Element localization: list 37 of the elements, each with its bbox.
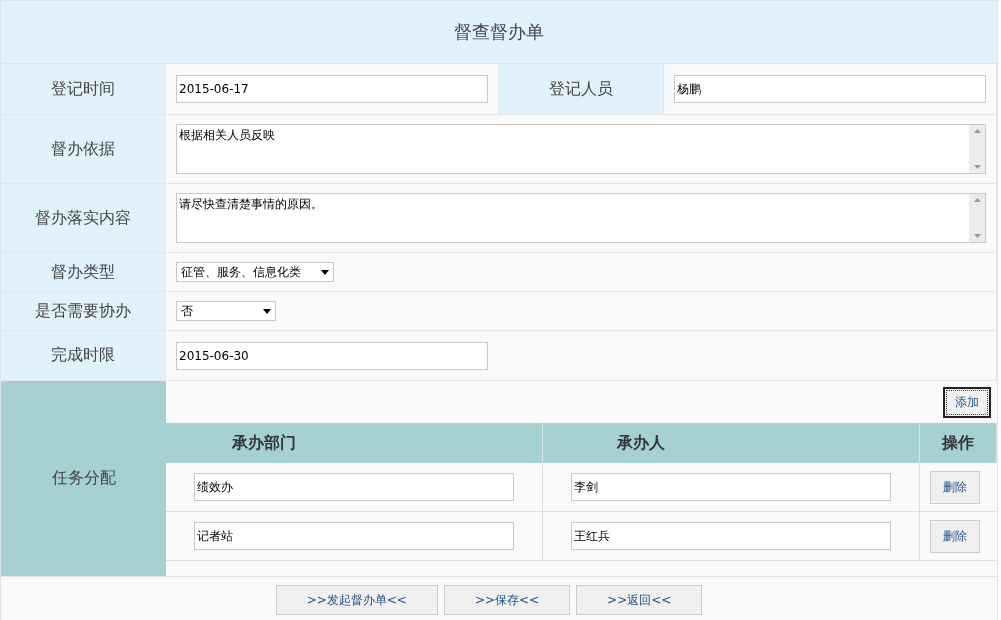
- dropdown[interactable]: 征管、服务、信息化类: [176, 262, 334, 282]
- field-label: 督办类型: [1, 253, 166, 291]
- caret-icon: [263, 308, 271, 314]
- caret-icon: [321, 269, 329, 275]
- field-label: 督办落实内容: [1, 184, 166, 252]
- textarea-field[interactable]: 请尽快查清楚事情的原因。: [176, 193, 986, 243]
- delete-button[interactable]: 删除: [930, 470, 980, 504]
- add-button[interactable]: 添加: [943, 386, 991, 418]
- field-label: 是否需要协办: [1, 292, 166, 330]
- scroll-down-icon[interactable]: [973, 234, 981, 238]
- field-label: 完成时限: [1, 331, 166, 380]
- column-header: 承办人: [543, 423, 920, 463]
- action-button[interactable]: >>返回<<: [576, 585, 703, 615]
- scroll-up-icon[interactable]: [973, 129, 981, 133]
- text-field[interactable]: 李剑: [571, 473, 891, 501]
- field-label: 登记人员: [499, 64, 664, 114]
- column-header: 承办部门: [166, 423, 543, 463]
- column-header: 操作: [920, 423, 997, 463]
- scroll-down-icon[interactable]: [973, 165, 981, 169]
- field-label: 督办依据: [1, 115, 166, 183]
- text-field[interactable]: 2015-06-30: [176, 341, 488, 370]
- scrollbar[interactable]: [969, 194, 985, 242]
- delete-button[interactable]: 删除: [930, 519, 980, 553]
- form-title: 督查督办单: [1, 1, 997, 64]
- scrollbar[interactable]: [969, 125, 985, 173]
- action-button[interactable]: >>发起督办单<<: [275, 585, 438, 615]
- action-button[interactable]: >>保存<<: [443, 585, 571, 615]
- section-label: 任务分配: [1, 381, 166, 576]
- field-label: 登记时间: [1, 64, 166, 114]
- dropdown[interactable]: 否: [176, 301, 276, 321]
- textarea-field[interactable]: 根据相关人员反映: [176, 124, 986, 174]
- text-field[interactable]: 王红兵: [571, 522, 891, 550]
- scroll-up-icon[interactable]: [973, 198, 981, 202]
- text-field[interactable]: 杨鹏: [674, 75, 986, 103]
- text-field[interactable]: 2015-06-17: [176, 75, 488, 103]
- text-field[interactable]: 绩效办: [194, 473, 514, 501]
- text-field[interactable]: 记者站: [194, 522, 514, 550]
